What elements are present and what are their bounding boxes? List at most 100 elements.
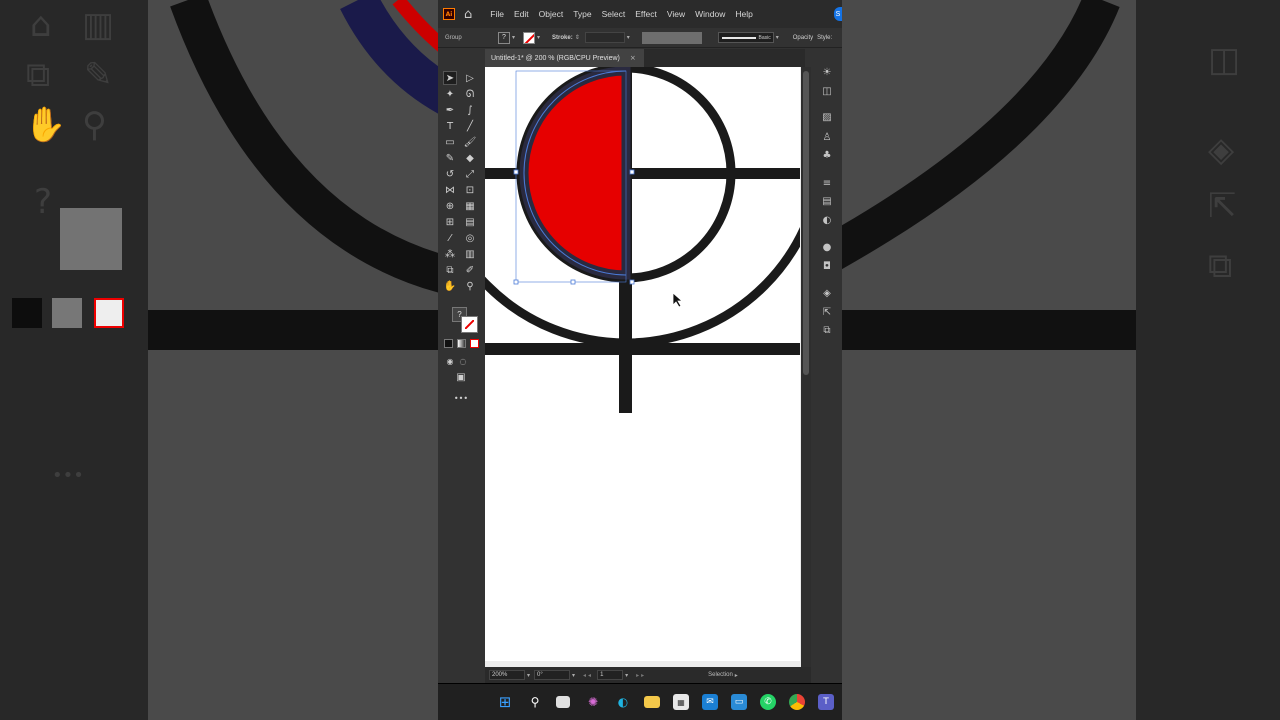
- stroke-weight-field[interactable]: [584, 32, 625, 43]
- mesh-tool-icon[interactable]: ⊞: [443, 215, 457, 229]
- zoom-tool-icon[interactable]: ⚲: [463, 279, 477, 293]
- chevron-down-icon[interactable]: ▾: [625, 672, 628, 679]
- screen-mode-icon[interactable]: ▣: [454, 370, 468, 384]
- rectangle-tool-icon[interactable]: ▭: [443, 135, 457, 149]
- fill-stroke-widget[interactable]: ?: [452, 307, 478, 333]
- gradient-tool-icon[interactable]: ▤: [463, 215, 477, 229]
- free-transform-tool-icon[interactable]: ⊡: [463, 183, 477, 197]
- image-trace-icon[interactable]: ▨: [820, 110, 834, 124]
- graphic-styles-icon[interactable]: ◘: [820, 259, 834, 273]
- color-mode-icon[interactable]: [444, 339, 453, 348]
- direct-selection-tool-icon[interactable]: ▷: [463, 71, 477, 85]
- edit-toolbar-icon[interactable]: •••: [454, 391, 468, 405]
- symbols-panel-icon[interactable]: ♣: [820, 148, 834, 162]
- transparency-panel-icon[interactable]: ◐: [820, 213, 834, 227]
- selection-handle[interactable]: [629, 279, 635, 285]
- artboard-number-field[interactable]: 1: [597, 670, 624, 680]
- canvas-area[interactable]: [485, 67, 801, 667]
- edge-icon[interactable]: ◐: [615, 694, 631, 710]
- style-label[interactable]: Style:: [817, 35, 832, 41]
- artboard-nav-next[interactable]: ▸▸: [636, 672, 646, 679]
- task-view-icon[interactable]: [556, 696, 570, 708]
- blend-tool-icon[interactable]: ◎: [463, 231, 477, 245]
- lasso-tool-icon[interactable]: ᘏ: [463, 87, 477, 101]
- artboard-tool-icon[interactable]: ⧉: [443, 263, 457, 277]
- remote-desktop-icon[interactable]: ▭: [731, 694, 747, 710]
- chevron-down-icon[interactable]: ▾: [527, 672, 530, 679]
- hand-tool-icon[interactable]: ✋: [443, 279, 457, 293]
- share-button[interactable]: S: [834, 7, 842, 21]
- red-half-circle[interactable]: [519, 67, 631, 280]
- stroke-swatch[interactable]: [461, 316, 478, 333]
- close-tab-icon[interactable]: ×: [630, 54, 636, 62]
- windows-start-icon[interactable]: ⊞: [497, 693, 513, 711]
- menu-type[interactable]: Type: [573, 9, 591, 19]
- eyedropper-tool-icon[interactable]: ⁄: [443, 231, 457, 245]
- rotate-tool-icon[interactable]: ↺: [443, 167, 457, 181]
- store-icon[interactable]: ▦: [673, 694, 689, 710]
- properties-panel-icon[interactable]: ☀: [820, 65, 834, 79]
- appearance-panel-icon[interactable]: ●: [820, 240, 834, 254]
- selection-handle[interactable]: [513, 279, 519, 285]
- perspective-grid-tool-icon[interactable]: ▦: [463, 199, 477, 213]
- draw-normal-icon[interactable]: ◉: [443, 354, 457, 368]
- puppet-warp-icon[interactable]: ♙: [820, 130, 834, 144]
- draw-behind-icon[interactable]: ◌: [456, 354, 470, 368]
- document-tab[interactable]: Untitled-1* @ 200 % (RGB/CPU Preview) ×: [485, 49, 644, 67]
- menu-window[interactable]: Window: [695, 9, 725, 19]
- menu-help[interactable]: Help: [735, 9, 752, 19]
- bottom-horizontal-bar[interactable]: [485, 343, 800, 355]
- stroke-color-box[interactable]: [523, 31, 536, 44]
- rotation-field[interactable]: 0°: [534, 670, 571, 680]
- chevron-down-icon[interactable]: ▾: [512, 34, 515, 41]
- menu-edit[interactable]: Edit: [514, 9, 529, 19]
- slice-tool-icon[interactable]: ✐: [463, 263, 477, 277]
- column-graph-tool-icon[interactable]: ▥: [463, 247, 477, 261]
- line-tool-icon[interactable]: ╱: [463, 119, 477, 133]
- type-tool-icon[interactable]: T: [443, 119, 457, 133]
- stroke-panel-icon[interactable]: ≡: [820, 176, 834, 190]
- mail-icon[interactable]: ✉: [702, 694, 718, 710]
- chrome-icon[interactable]: [789, 694, 805, 710]
- symbol-sprayer-tool-icon[interactable]: ⁂: [443, 247, 457, 261]
- scale-tool-icon[interactable]: ⤢: [463, 167, 477, 181]
- menu-view[interactable]: View: [667, 9, 685, 19]
- layers-panel-icon[interactable]: ◈: [820, 286, 834, 300]
- artboard-nav-prev[interactable]: ◂◂: [583, 672, 593, 679]
- home-icon[interactable]: ⌂: [464, 7, 472, 22]
- selection-handle[interactable]: [570, 279, 576, 285]
- width-tool-icon[interactable]: ⋈: [443, 183, 457, 197]
- whatsapp-icon[interactable]: ✆: [760, 694, 776, 710]
- scrollbar-thumb[interactable]: [803, 71, 809, 375]
- gradient-panel-icon[interactable]: ▤: [820, 194, 834, 208]
- menu-effect[interactable]: Effect: [635, 9, 657, 19]
- variable-width-profile[interactable]: [641, 31, 702, 44]
- menu-object[interactable]: Object: [539, 9, 564, 19]
- asset-export-icon[interactable]: ⇱: [820, 305, 834, 319]
- magic-wand-tool-icon[interactable]: ✦: [443, 87, 457, 101]
- eraser-tool-icon[interactable]: ◆: [463, 151, 477, 165]
- chevron-down-icon[interactable]: ▾: [627, 34, 630, 41]
- opacity-label[interactable]: Opacity: [793, 35, 813, 41]
- artboards-panel-icon[interactable]: ⧉: [820, 323, 834, 337]
- teams-icon[interactable]: T: [818, 694, 834, 710]
- file-explorer-icon[interactable]: [644, 696, 660, 708]
- chevron-down-icon[interactable]: ▾: [776, 34, 779, 41]
- libraries-panel-icon[interactable]: ◫: [820, 84, 834, 98]
- stepper-icon[interactable]: ⇕: [575, 34, 580, 41]
- chevron-down-icon[interactable]: ▾: [572, 672, 575, 679]
- zoom-field[interactable]: 200%: [489, 670, 525, 680]
- none-mode-icon[interactable]: [470, 339, 479, 348]
- gradient-mode-icon[interactable]: [457, 339, 466, 348]
- menu-file[interactable]: File: [490, 9, 504, 19]
- chevron-down-icon[interactable]: ▾: [537, 34, 540, 41]
- shape-builder-tool-icon[interactable]: ⊕: [443, 199, 457, 213]
- curvature-tool-icon[interactable]: ∫: [463, 103, 477, 117]
- fill-color-box[interactable]: ?: [498, 31, 510, 44]
- search-icon[interactable]: ⚲: [527, 694, 543, 710]
- status-chevron-icon[interactable]: ▸: [735, 672, 738, 679]
- selection-tool-icon[interactable]: ➤: [443, 71, 457, 85]
- pen-tool-icon[interactable]: ✒: [443, 103, 457, 117]
- menu-select[interactable]: Select: [602, 9, 626, 19]
- artboard[interactable]: [485, 67, 800, 661]
